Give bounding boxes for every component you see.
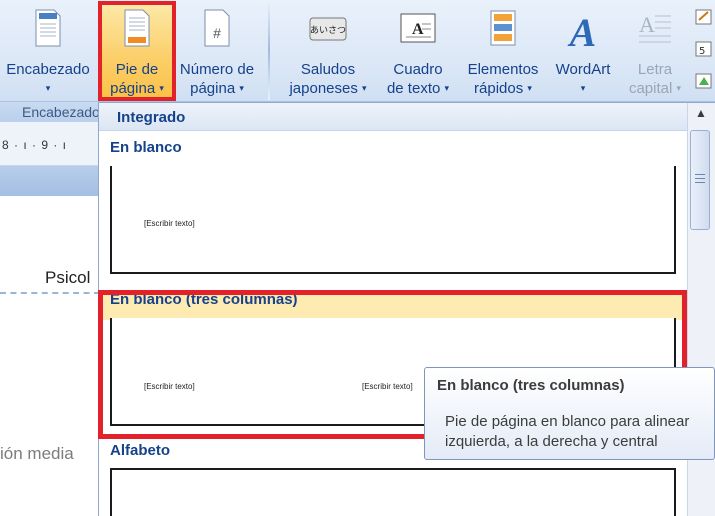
tooltip-body: Pie de página en blanco para alinear izq… — [445, 412, 715, 452]
ruler-marks: 8 · ı · 9 · ı — [2, 138, 68, 152]
footer-button[interactable]: Pie de página ▾ — [102, 0, 172, 100]
text-box-icon: A — [400, 13, 436, 43]
page-number-label-line2: página — [190, 80, 236, 97]
drop-cap-button[interactable]: A Letra capital ▾ — [620, 0, 690, 100]
japanese-greetings-label-line1: Saludos — [300, 61, 356, 78]
group-separator — [268, 0, 270, 100]
chevron-down-icon: ▾ — [444, 83, 450, 93]
chevron-down-icon: ▾ — [527, 83, 532, 93]
gallery-header — [99, 103, 687, 131]
group-label: Encabezado — [22, 104, 100, 120]
document-text-2: ión media — [0, 444, 74, 463]
scroll-up-icon[interactable]: ▲ — [690, 106, 712, 126]
japanese-greetings-label-line2: japoneses — [289, 80, 358, 97]
document-text: Psicol — [45, 268, 91, 287]
footer-button-label-line1: Pie de — [115, 61, 159, 78]
grip-line — [695, 174, 705, 175]
section-label-alphabet: Alfabeto — [110, 442, 170, 459]
grip-line — [695, 178, 705, 179]
tooltip-line-2: izquierda, a la derecha y central — [445, 433, 658, 450]
footer-button-label-line2: página — [110, 80, 156, 97]
header-doc-icon — [35, 9, 61, 47]
wordart-icon: A — [567, 10, 597, 52]
header-boundary-line — [0, 292, 100, 294]
footer-doc-icon — [124, 9, 150, 47]
chevron-down-icon: ▾ — [580, 83, 586, 93]
drop-cap-icon: A — [639, 12, 671, 43]
page-number-button[interactable]: # Número de página ▾ — [174, 0, 260, 100]
svg-text:A: A — [567, 10, 597, 52]
signature-line-icon[interactable] — [695, 8, 713, 26]
scrollbar-thumb[interactable] — [690, 130, 710, 230]
chevron-down-icon: ▾ — [676, 83, 682, 93]
wordart-button[interactable]: A WordArt ▾ — [548, 0, 618, 100]
tooltip-line-1: Pie de página en blanco para alinear — [445, 413, 690, 430]
chevron-down-icon: ▾ — [45, 83, 51, 93]
svg-text:A: A — [639, 12, 655, 37]
svg-text:5: 5 — [699, 46, 705, 57]
japanese-greetings-button[interactable]: あいさつ Saludos japoneses ▾ — [280, 0, 376, 100]
text-box-label-line2: de texto — [386, 80, 441, 97]
insert-object-icon[interactable] — [695, 72, 713, 90]
chevron-down-icon: ▾ — [239, 83, 244, 93]
placeholder-text: [Escribir texto] — [144, 219, 195, 228]
greeting-icon: あいさつ — [309, 17, 347, 41]
drop-cap-label-line2: capital — [628, 80, 673, 97]
page-number-icon: # — [204, 9, 230, 47]
text-box-button[interactable]: A Cuadro de texto ▾ — [378, 0, 458, 100]
chevron-down-icon: ▾ — [159, 83, 164, 93]
header-button[interactable]: Encabezado ▾ — [0, 0, 96, 100]
header-button-label: Encabezado — [6, 61, 90, 78]
gallery-header-label: Integrado — [117, 109, 186, 126]
svg-text:あいさつ: あいさつ — [310, 25, 346, 36]
tooltip-title: En blanco (tres columnas) — [437, 377, 625, 394]
date-time-icon[interactable]: 5 — [695, 40, 713, 58]
wordart-label: WordArt — [555, 61, 611, 78]
chevron-down-icon: ▾ — [362, 83, 367, 93]
quick-parts-label-line1: Elementos — [467, 61, 539, 78]
quick-parts-button[interactable]: Elementos rápidos ▾ — [460, 0, 546, 100]
text-box-label-line1: Cuadro — [393, 61, 443, 78]
quick-parts-icon — [490, 10, 516, 46]
svg-text:#: # — [213, 25, 221, 41]
drop-cap-label-line1: Letra — [637, 61, 673, 78]
quick-parts-label-line2: rápidos — [474, 80, 524, 97]
gallery-item-blank[interactable] — [110, 166, 676, 274]
grip-line — [695, 182, 705, 183]
section-label-blank: En blanco — [110, 139, 182, 156]
page-number-label-line1: Número de — [179, 61, 255, 78]
document-toolbar-strip — [0, 166, 100, 196]
gallery-item-alphabet[interactable] — [110, 468, 676, 516]
